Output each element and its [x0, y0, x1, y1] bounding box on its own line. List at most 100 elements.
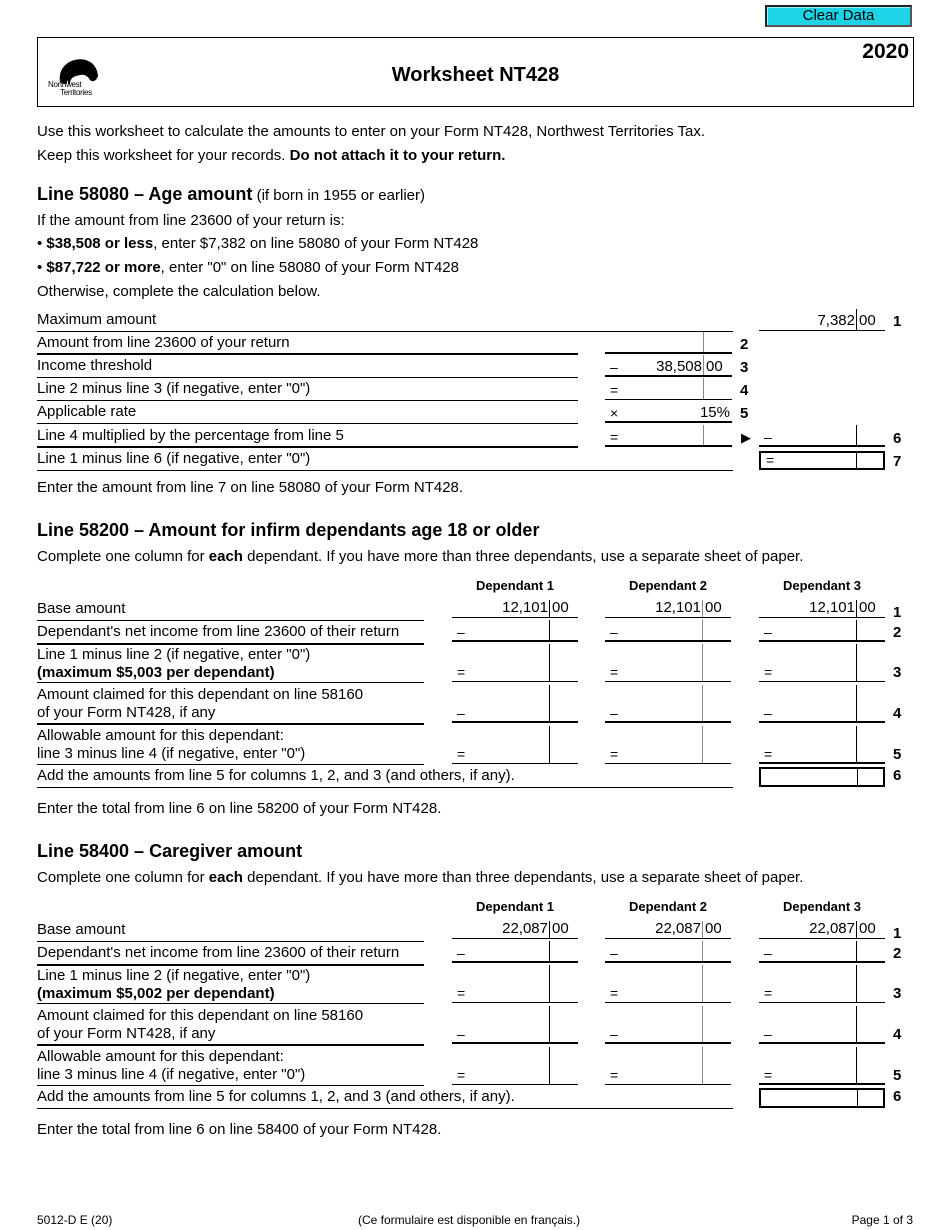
dollars-input[interactable]: [777, 623, 851, 640]
cents-input[interactable]: [552, 984, 576, 1001]
cents-input[interactable]: [705, 1025, 729, 1042]
section_infirm-dep1-line4-input[interactable]: –: [452, 685, 578, 723]
dollars-input[interactable]: [777, 704, 851, 721]
line-number: 2: [740, 336, 749, 353]
line-number: 5: [740, 405, 749, 422]
dollars-input[interactable]: [470, 1025, 544, 1042]
dollars-input[interactable]: [470, 745, 544, 762]
cents-input[interactable]: [552, 1066, 576, 1083]
dollars-input[interactable]: [623, 1066, 697, 1083]
section_caregiver-dep3-line2-input[interactable]: –: [759, 941, 885, 963]
age-line-2-input[interactable]: [605, 332, 732, 354]
field-underline: [759, 330, 885, 331]
section_infirm-dep1-line5-input[interactable]: =: [452, 726, 578, 764]
cents-input[interactable]: [705, 704, 729, 721]
section_caregiver-dep2-line3-input[interactable]: =: [605, 965, 731, 1003]
section_caregiver-dep1-base-field: 22,087 00: [452, 917, 578, 939]
field-underline: [605, 421, 732, 423]
dollars-input[interactable]: [777, 1025, 851, 1042]
minus-operator: –: [610, 359, 618, 375]
section_caregiver-dep1-line2-input[interactable]: –: [452, 941, 578, 963]
dollars-input[interactable]: [623, 984, 697, 1001]
dollars-input[interactable]: [623, 1025, 697, 1042]
field-underline: [605, 681, 731, 682]
section_infirm-dep3-line5-input[interactable]: =: [759, 726, 885, 764]
section_infirm-dep3-line2-input[interactable]: –: [759, 620, 885, 642]
divider: [37, 446, 578, 448]
section_caregiver-dep2-line5-input[interactable]: =: [605, 1047, 731, 1085]
dollars-input[interactable]: [470, 623, 544, 640]
cents-input[interactable]: [552, 1025, 576, 1042]
section_infirm-dep3-line4-input[interactable]: –: [759, 685, 885, 723]
cents-input[interactable]: [705, 623, 729, 640]
dollars-input[interactable]: [470, 944, 544, 961]
dollars-input[interactable]: [777, 984, 851, 1001]
cents-input[interactable]: [859, 745, 883, 762]
section_infirm-dep3-line3-input[interactable]: =: [759, 644, 885, 682]
dollars-input[interactable]: [777, 944, 851, 961]
dollars-input[interactable]: [623, 944, 697, 961]
dollars-input[interactable]: [470, 663, 544, 680]
section_caregiver-dep2-line4-input[interactable]: –: [605, 1006, 731, 1044]
divider: [37, 377, 578, 378]
age-line-2-dollars-input[interactable]: [609, 334, 699, 351]
cents-separator: [856, 1047, 857, 1085]
cents-input[interactable]: [859, 984, 883, 1001]
cents-input[interactable]: [859, 623, 883, 640]
field-underline: [452, 640, 578, 642]
cents-input[interactable]: [705, 745, 729, 762]
section_caregiver-dep3-line5-input[interactable]: =: [759, 1047, 885, 1085]
form-header: Northwest Territories Worksheet NT428 20…: [37, 37, 914, 107]
section_infirm-dep2-line2-input[interactable]: –: [605, 620, 731, 642]
cents-input[interactable]: [859, 704, 883, 721]
dollars-input[interactable]: [470, 704, 544, 721]
dollars-input[interactable]: [777, 663, 851, 680]
dollars-input[interactable]: [623, 663, 697, 680]
dollars-input[interactable]: [623, 745, 697, 762]
section_infirm-dep2-line5-input[interactable]: =: [605, 726, 731, 764]
caregiver-instr-text: Complete one column for: [37, 869, 209, 886]
cents-input[interactable]: [552, 704, 576, 721]
section_caregiver-dep1-line5-input[interactable]: =: [452, 1047, 578, 1085]
cents-input[interactable]: [705, 984, 729, 1001]
line-number: 6: [893, 430, 902, 447]
section_caregiver-dep1-line4-input[interactable]: –: [452, 1006, 578, 1044]
cents-input[interactable]: [859, 944, 883, 961]
dollars-input[interactable]: [623, 623, 697, 640]
section_infirm-dep1-base-field: 12,101 00: [452, 596, 578, 618]
section_infirm-dep2-line3-input[interactable]: =: [605, 644, 731, 682]
age-condition-intro: If the amount from line 23600 of your re…: [37, 212, 345, 229]
cents-input[interactable]: [705, 944, 729, 961]
section_caregiver-dep1-line3-input[interactable]: =: [452, 965, 578, 1003]
cents-input[interactable]: [705, 1066, 729, 1083]
age-line-4-field: =: [605, 378, 732, 400]
section_infirm-dep2-line4-input[interactable]: –: [605, 685, 731, 723]
field-underline: [452, 721, 578, 723]
dollars-input[interactable]: [623, 704, 697, 721]
cents-input[interactable]: [859, 663, 883, 680]
cents-input[interactable]: [552, 944, 576, 961]
cents-input[interactable]: [552, 623, 576, 640]
section_infirm-dep1-line3-input[interactable]: =: [452, 644, 578, 682]
dollars-input[interactable]: [470, 1066, 544, 1083]
dollars-input[interactable]: [777, 1066, 851, 1083]
divider: [37, 400, 578, 401]
cents-input[interactable]: [552, 745, 576, 762]
cents-input[interactable]: [859, 1025, 883, 1042]
section_infirm-dep1-line2-input[interactable]: –: [452, 620, 578, 642]
cents-input[interactable]: [859, 1066, 883, 1083]
cents-input[interactable]: [705, 663, 729, 680]
cents-separator: [856, 941, 857, 963]
section_caregiver-dep2-line2-input[interactable]: –: [605, 941, 731, 963]
cents-input[interactable]: [552, 663, 576, 680]
clear-data-button[interactable]: Clear Data: [765, 5, 912, 27]
section_infirm-total-field: [759, 767, 885, 787]
section_caregiver-dep3-line3-input[interactable]: =: [759, 965, 885, 1003]
page-indicator: Page 1 of 3: [851, 1213, 913, 1227]
dollars-input[interactable]: [777, 745, 851, 762]
dollars-input[interactable]: [470, 984, 544, 1001]
infirm-instr-bold: each: [208, 548, 243, 565]
base-amount-dollars: 22,087: [502, 920, 548, 937]
section_caregiver-dep3-line4-input[interactable]: –: [759, 1006, 885, 1044]
caregiver-note: Enter the total from line 6 on line 5840…: [37, 1121, 442, 1138]
